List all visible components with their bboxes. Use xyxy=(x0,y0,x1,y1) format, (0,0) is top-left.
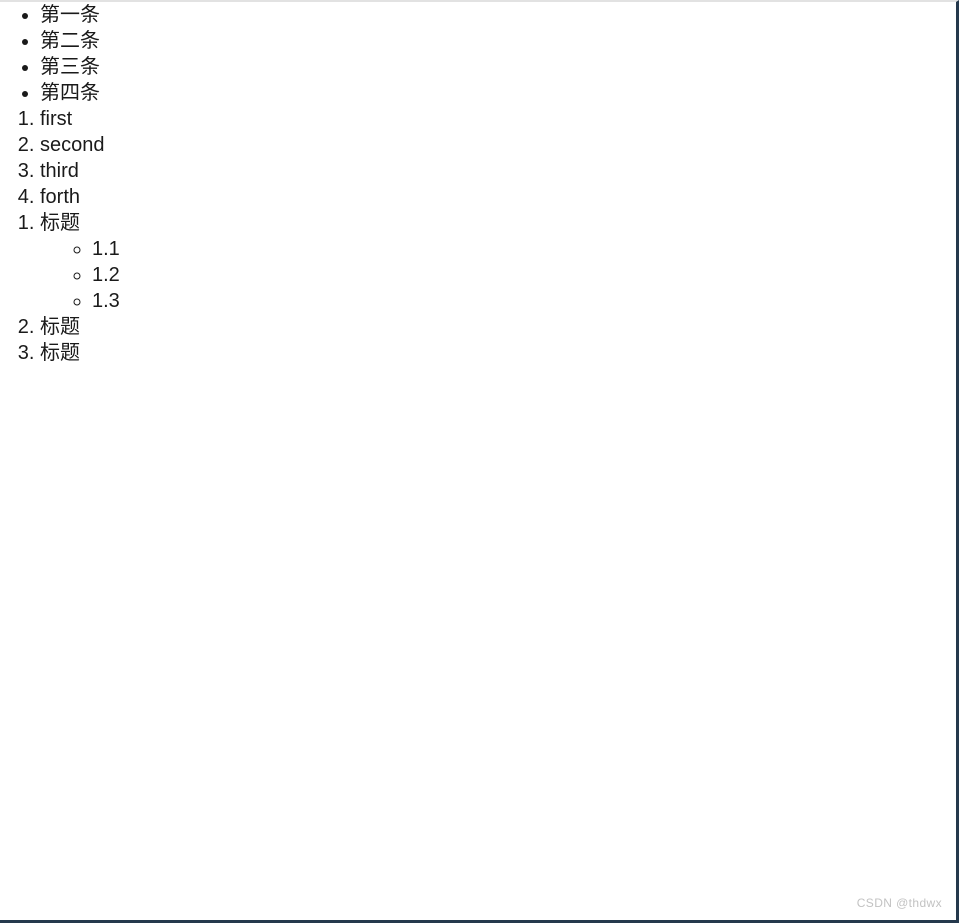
list-item: forth xyxy=(40,184,956,210)
nested-list: 标题 1.1 1.2 1.3 标题 标题 xyxy=(0,210,956,366)
list-item: 1.2 xyxy=(92,262,956,288)
list-item: first xyxy=(40,106,956,132)
list-item: 标题 1.1 1.2 1.3 xyxy=(40,210,956,314)
nested-sub-list: 1.1 1.2 1.3 xyxy=(40,236,956,314)
list-item-label: 标题 xyxy=(40,316,80,338)
list-item: 1.3 xyxy=(92,288,956,314)
list-item-label: 标题 xyxy=(40,212,80,234)
list-item-label: 第二条 xyxy=(40,30,100,52)
list-item: 第二条 xyxy=(40,28,956,54)
list-item-label: first xyxy=(40,108,73,130)
list-item-label: 第三条 xyxy=(40,56,100,78)
bullet-list: 第一条 第二条 第三条 第四条 xyxy=(0,2,956,106)
list-item: 标题 xyxy=(40,314,956,340)
watermark: CSDN @thdwx xyxy=(856,896,942,910)
list-item-label: 标题 xyxy=(40,342,80,364)
list-item-label: 第四条 xyxy=(40,82,100,104)
list-item-label: 1.2 xyxy=(92,264,120,286)
list-item-label: 1.3 xyxy=(92,290,120,312)
list-item-label: 1.1 xyxy=(92,238,120,260)
list-item: 第三条 xyxy=(40,54,956,80)
list-item: 1.1 xyxy=(92,236,956,262)
list-item: 标题 xyxy=(40,340,956,366)
list-item: 第一条 xyxy=(40,2,956,28)
list-item-label: third xyxy=(40,160,79,182)
list-item: 第四条 xyxy=(40,80,956,106)
document-content: 第一条 第二条 第三条 第四条 first second third xyxy=(0,2,956,366)
list-item: second xyxy=(40,132,956,158)
page-canvas: 第一条 第二条 第三条 第四条 first second third xyxy=(0,0,959,923)
list-item-label: second xyxy=(40,134,105,156)
ordered-list: first second third forth xyxy=(0,106,956,210)
list-item-label: forth xyxy=(40,186,81,208)
list-item-label: 第一条 xyxy=(40,4,100,26)
list-item: third xyxy=(40,158,956,184)
